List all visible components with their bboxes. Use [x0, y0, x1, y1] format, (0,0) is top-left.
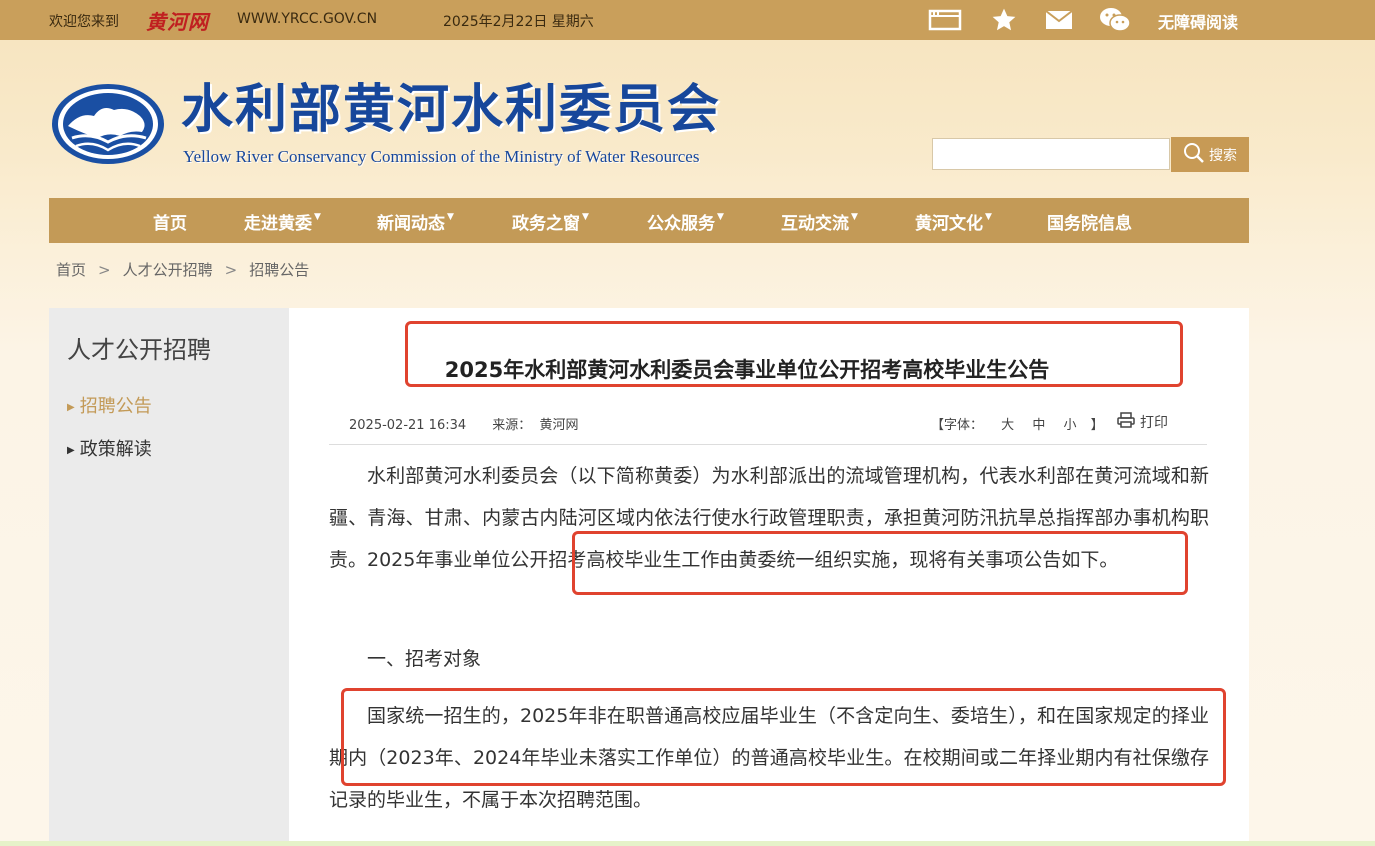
wechat-icon[interactable] [1098, 7, 1132, 33]
welcome-text: 欢迎您来到 [49, 14, 119, 30]
chevron-down-icon: ▼ [447, 212, 454, 223]
printer-icon [1117, 412, 1135, 432]
article-paragraph-1: 水利部黄河水利委员会（以下简称黄委）为水利部派出的流域管理机构，代表水利部在黄河… [329, 465, 1209, 571]
search-button[interactable]: 搜索 [1171, 137, 1249, 172]
nav-item-public-service[interactable]: 公众服务 ▼ [647, 209, 724, 234]
font-size-medium[interactable]: 中 [1032, 418, 1045, 433]
main-nav: 首页 走进黄委 ▼ 新闻动态 ▼ 政务之窗 ▼ 公众服务 ▼ 互动交流 ▼ 黄河文化 ▼ 国… [49, 198, 1249, 243]
article-source: 黄河网 [539, 418, 579, 433]
sidebar-item-announcements[interactable]: ▶ 招聘公告 [67, 392, 152, 418]
chevron-down-icon: ▼ [314, 212, 321, 223]
nav-item-about[interactable]: 走进黄委 ▼ [244, 209, 321, 234]
chevron-down-icon: ▼ [851, 212, 858, 223]
breadcrumb-home[interactable]: 首页 [56, 261, 86, 279]
font-size-controls: 【字体： 大 中 小 】 [931, 414, 1104, 433]
breadcrumb-separator: > [224, 261, 238, 279]
article-panel: 2025年水利部黄河水利委员会事业单位公开招考高校毕业生公告 2025-02-2… [289, 308, 1249, 846]
mail-icon[interactable] [1042, 7, 1076, 33]
bottom-strip [0, 841, 1375, 846]
site-url[interactable]: WWW.YRCC.GOV.CN [237, 11, 377, 27]
sidebar-title: 人才公开招聘 [67, 336, 211, 364]
nav-item-state-council[interactable]: 国务院信息 [1047, 209, 1132, 234]
font-size-label: 【字体： [931, 418, 984, 433]
screen-icon[interactable] [928, 7, 962, 33]
sidebar-item-policy[interactable]: ▶ 政策解读 [67, 435, 152, 461]
article-datetime: 2025-02-21 16:34 [349, 418, 467, 433]
print-button[interactable]: 打印 [1117, 412, 1168, 432]
article-section-heading: 一、招考对象 [367, 648, 482, 670]
star-icon[interactable] [987, 7, 1021, 33]
chevron-down-icon: ▼ [717, 212, 724, 223]
breadcrumb-announcement[interactable]: 招聘公告 [249, 261, 309, 279]
site-title-en: Yellow River Conservancy Commission of t… [183, 147, 700, 166]
breadcrumb: 首页 > 人才公开招聘 > 招聘公告 [56, 259, 309, 280]
search-input[interactable] [932, 138, 1170, 170]
site-title-cn: 水利部黄河水利委员会 [181, 79, 722, 140]
print-label: 打印 [1140, 415, 1168, 431]
triangle-right-icon: ▶ [67, 402, 75, 413]
breadcrumb-separator: > [98, 261, 111, 279]
font-size-small[interactable]: 小 [1063, 418, 1076, 433]
chevron-down-icon: ▼ [582, 212, 589, 223]
search-icon [1183, 142, 1205, 168]
nav-item-government[interactable]: 政务之窗 ▼ [512, 209, 589, 234]
sidebar: 人才公开招聘 ▶ 招聘公告 ▶ 政策解读 [49, 308, 289, 846]
nav-item-news[interactable]: 新闻动态 ▼ [377, 209, 454, 234]
accessibility-link[interactable]: 无障碍阅读 [1158, 9, 1238, 33]
triangle-right-icon: ▶ [67, 445, 75, 456]
site-logo-small[interactable]: 黄河网 [146, 6, 209, 35]
article-paragraph-2: 国家统一招生的，2025年非在职普通高校应届毕业生（不含定向生、委培生），和在国… [329, 705, 1209, 811]
search-button-label: 搜索 [1209, 147, 1237, 164]
article-source-label: 来源： [492, 418, 532, 433]
nav-item-home[interactable]: 首页 [153, 209, 187, 234]
font-size-large[interactable]: 大 [1001, 418, 1014, 433]
breadcrumb-recruitment[interactable]: 人才公开招聘 [123, 261, 213, 279]
nav-item-interaction[interactable]: 互动交流 ▼ [781, 209, 858, 234]
top-bar: 欢迎您来到 黄河网 WWW.YRCC.GOV.CN 2025年2月22日 星期六… [0, 0, 1375, 40]
article-title: 2025年水利部黄河水利委员会事业单位公开招考高校毕业生公告 [444, 358, 1050, 382]
nav-item-culture[interactable]: 黄河文化 ▼ [915, 209, 992, 234]
yrcc-emblem-icon[interactable] [50, 82, 166, 166]
chevron-down-icon: ▼ [985, 212, 992, 223]
font-size-close: 】 [1090, 418, 1104, 433]
current-date: 2025年2月22日 星期六 [443, 14, 594, 30]
divider [329, 444, 1207, 445]
article-meta: 2025-02-21 16:34 来源： 黄河网 [349, 414, 578, 433]
